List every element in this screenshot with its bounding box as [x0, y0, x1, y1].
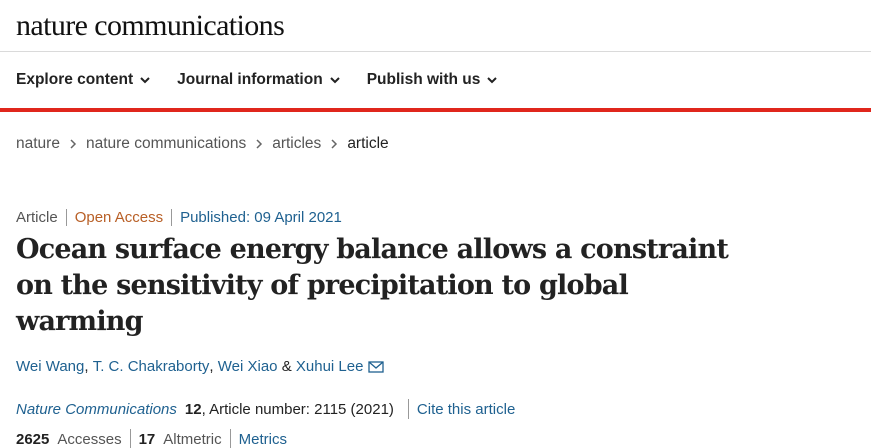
divider: [171, 209, 173, 226]
chevron-down-icon: [329, 77, 340, 84]
author-list: Wei Wang, T. C. Chakraborty, Wei Xiao & …: [0, 358, 871, 375]
author-link[interactable]: Wei Wang: [16, 358, 84, 375]
nav-publish-with-us[interactable]: Publish with us: [367, 71, 499, 89]
author-separator: ,: [84, 358, 93, 375]
altmetric-count: 17: [138, 430, 156, 448]
article-meta: Article Open Access Published: 09 April …: [0, 209, 871, 226]
nav-explore-content[interactable]: Explore content: [16, 71, 151, 89]
chevron-right-icon: [70, 139, 77, 149]
accesses-count: 2625: [16, 430, 50, 448]
divider: [65, 209, 67, 226]
article-title: Ocean surface energy balance allows a co…: [16, 234, 729, 337]
author-link[interactable]: Xuhui Lee: [296, 358, 364, 375]
divider: [407, 399, 409, 419]
chevron-right-icon: [256, 139, 263, 149]
author-separator: ,: [209, 358, 218, 375]
journal-link[interactable]: Nature Communications: [16, 401, 177, 418]
chevron-down-icon: [487, 77, 498, 84]
chevron-down-icon: [140, 77, 150, 84]
article-number: , Article number: 2115 (2021): [201, 400, 394, 418]
divider: [129, 429, 131, 448]
breadcrumb-nature-communications[interactable]: nature communications: [86, 135, 246, 153]
accesses-label: Accesses: [57, 430, 122, 448]
nav-item-label: Publish with us: [366, 71, 481, 88]
breadcrumb-nature[interactable]: nature: [16, 135, 60, 153]
author-separator: &: [277, 358, 296, 375]
citation-line: Nature Communications 12 , Article numbe…: [0, 399, 871, 419]
altmetric-label: Altmetric: [163, 430, 222, 448]
breadcrumb-article: article: [347, 135, 389, 152]
metrics-link[interactable]: Metrics: [239, 431, 287, 448]
breadcrumb-articles[interactable]: articles: [272, 135, 321, 153]
divider: [229, 429, 231, 448]
published-date: Published: 09 April 2021: [180, 209, 342, 226]
cite-this-article-link[interactable]: Cite this article: [417, 401, 515, 418]
article-metrics: 2625 Accesses 17 Altmetric Metrics: [0, 429, 871, 448]
nav-item-label: Explore content: [16, 71, 134, 88]
site-logo[interactable]: nature communications: [16, 10, 285, 41]
site-header: nature communications: [0, 0, 871, 52]
mail-icon[interactable]: [368, 360, 385, 373]
nav-journal-information[interactable]: Journal information: [177, 71, 341, 89]
chevron-right-icon: [331, 139, 338, 149]
volume-number: 12: [184, 400, 202, 418]
open-access-badge: Open Access: [74, 209, 164, 226]
nav-item-label: Journal information: [177, 71, 323, 88]
breadcrumb: nature nature communications articles ar…: [0, 112, 871, 176]
author-link[interactable]: T. C. Chakraborty: [93, 358, 210, 375]
article-type: Article: [16, 209, 58, 226]
author-link[interactable]: Wei Xiao: [218, 358, 278, 375]
main-nav: Explore content Journal information Publ…: [0, 52, 871, 108]
